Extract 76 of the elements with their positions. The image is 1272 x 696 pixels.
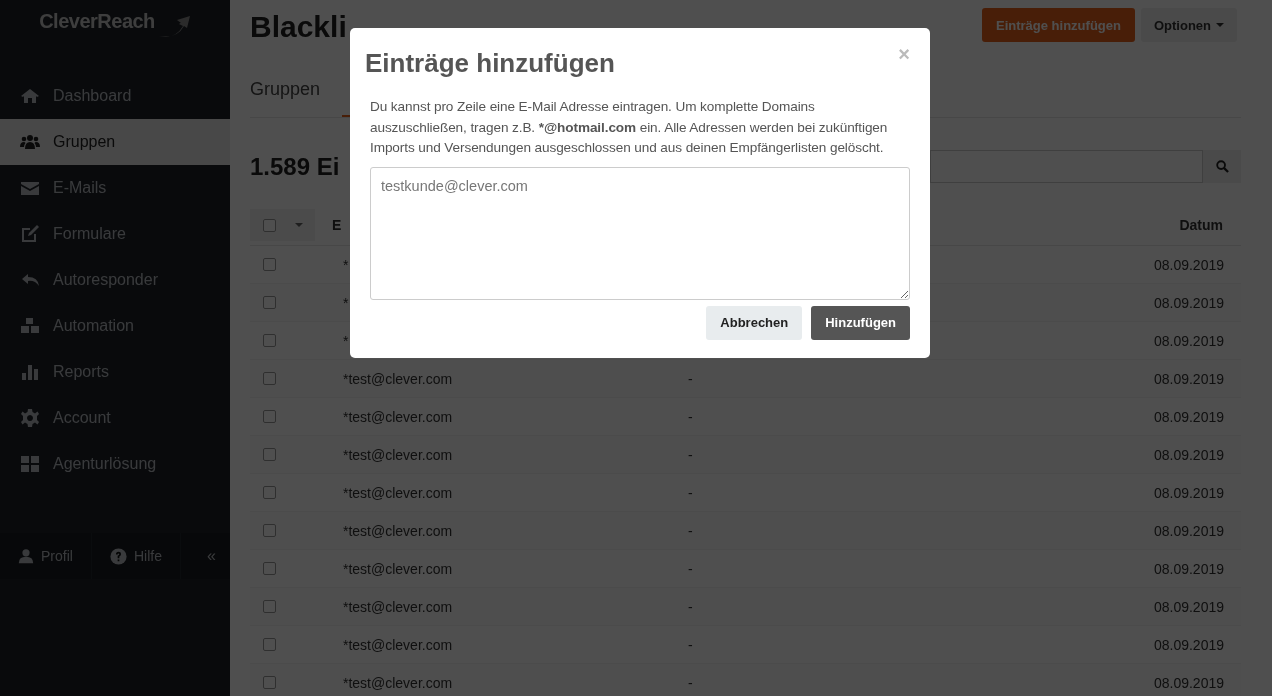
column-header: Datum <box>1179 217 1223 233</box>
options-button[interactable]: Optionen <box>1140 8 1237 42</box>
add-entries-button[interactable]: Einträge hinzufügen <box>982 8 1135 42</box>
entry-count-title: 1.589 Ei <box>250 152 340 181</box>
caret-icon <box>295 222 303 228</box>
email-cell-text: *test@clever.com <box>343 560 454 577</box>
users-icon <box>20 132 40 152</box>
caret-icon <box>1216 22 1224 28</box>
checkbox[interactable] <box>263 296 276 309</box>
note-cell: - <box>688 560 693 577</box>
date-cell: 08.09.2019 <box>1153 408 1224 425</box>
date-cell: 08.09.2019 <box>1153 484 1224 501</box>
date-cell: 08.09.2019 <box>1153 370 1224 387</box>
date-cell: 08.09.2019 <box>1153 332 1224 349</box>
tab[interactable]: Gruppen <box>250 77 321 117</box>
checkbox[interactable] <box>263 372 276 385</box>
date-cell: 08.09.2019 <box>1153 560 1224 577</box>
email-cell-text: *test@clever.com <box>343 446 454 463</box>
grid-icon <box>20 454 40 474</box>
checkbox[interactable] <box>263 448 276 461</box>
checkbox[interactable] <box>263 218 276 232</box>
checkbox[interactable] <box>263 258 276 271</box>
cancel-button[interactable]: Abbrechen <box>706 305 803 340</box>
date-cell: 08.09.2019 <box>1153 522 1224 539</box>
help-icon <box>109 547 127 565</box>
settings-icon <box>20 408 40 428</box>
home-icon <box>20 86 40 106</box>
date-cell: 08.09.2019 <box>1153 294 1224 311</box>
search-icon <box>1215 160 1229 173</box>
note-cell: - <box>688 522 693 539</box>
checkbox[interactable] <box>263 638 276 651</box>
edit-icon <box>20 224 40 244</box>
note-cell: - <box>688 636 693 653</box>
note-cell: - <box>688 370 693 387</box>
email-cell-text: *test@clever.com <box>343 674 454 691</box>
bar-chart-icon <box>20 362 40 382</box>
checkbox[interactable] <box>263 486 276 499</box>
collapse-button[interactable]: « <box>193 533 230 579</box>
note-cell: - <box>688 446 693 463</box>
date-cell: 08.09.2019 <box>1153 598 1224 615</box>
date-cell: 08.09.2019 <box>1153 636 1224 653</box>
email-cell-text: *test@clever.com <box>343 522 454 539</box>
email-cell-text: * <box>343 332 350 349</box>
page-title: Blackli <box>250 10 347 44</box>
nav-item[interactable]: Gruppen <box>0 119 230 165</box>
cubes-icon <box>20 316 40 336</box>
user-icon <box>18 548 34 564</box>
note-cell: - <box>688 408 693 425</box>
checkbox[interactable] <box>263 524 276 537</box>
add-button[interactable]: Hinzufügen <box>811 305 910 340</box>
date-cell: 08.09.2019 <box>1153 674 1224 691</box>
search-button[interactable] <box>1203 150 1241 183</box>
email-input-field[interactable]: testkunde@clever.com <box>370 166 910 300</box>
date-cell: 08.09.2019 <box>1153 256 1224 273</box>
dialog-title: Einträge hinzufügen <box>365 48 615 79</box>
email-cell-text: *test@clever.com <box>343 598 454 615</box>
checkbox[interactable] <box>263 676 276 689</box>
bulk-select-button[interactable] <box>250 209 315 241</box>
email-cell-text: * <box>343 294 350 311</box>
search-field[interactable] <box>930 150 1203 183</box>
checkbox[interactable] <box>263 334 276 347</box>
note-cell: - <box>688 598 693 615</box>
note-cell: - <box>688 674 693 691</box>
email-cell-text: *test@clever.com <box>343 370 454 387</box>
checkbox[interactable] <box>263 600 276 613</box>
note-cell: - <box>688 484 693 501</box>
column-header: E <box>332 217 342 233</box>
checkbox[interactable] <box>263 410 276 423</box>
email-cell-text: *test@clever.com <box>343 484 454 501</box>
date-cell: 08.09.2019 <box>1153 446 1224 463</box>
email-cell-text: *test@clever.com <box>343 636 454 653</box>
email-cell-text: *test@clever.com <box>343 408 454 425</box>
email-cell-text: * <box>343 256 350 273</box>
close-button[interactable]: × <box>898 44 910 64</box>
checkbox[interactable] <box>263 562 276 575</box>
dialog-description: Du kannst pro Zeile eine E-Mail Adresse eintragen. Um komplette Domains auszuschließen, tragen z.B. *@hotmail.com ein. Alle Adressen werden bei zukünftigen Imports und Versendungen ausgeschlossen und aus deinen Empfängerlisten gelöscht. <box>370 98 889 157</box>
